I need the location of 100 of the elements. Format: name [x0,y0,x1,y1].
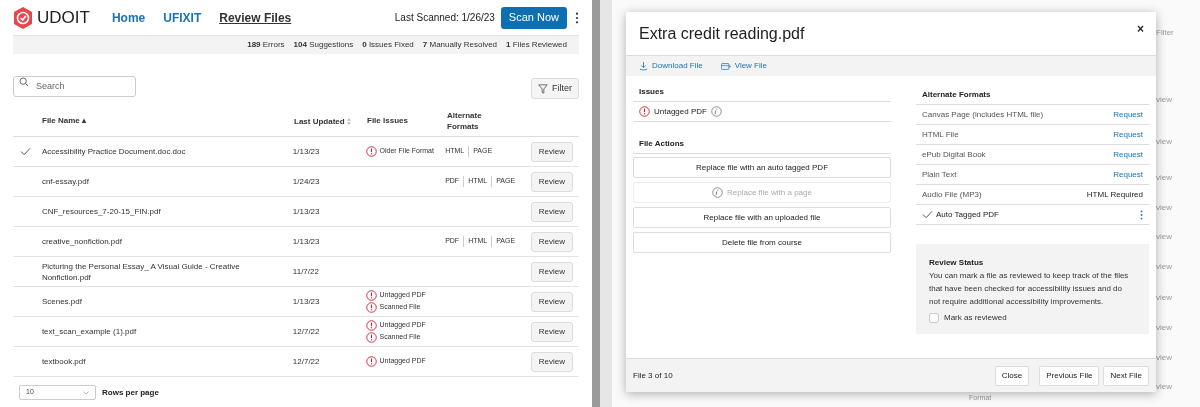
stat-text: 7 Manually Resolved [422,39,498,51]
column-header[interactable]: Last Updated [294,115,347,127]
footer-button[interactable]: Next File [1103,365,1149,386]
faded-button-text: view [1156,322,1172,334]
stat-text: 104 Suggestions [293,39,354,51]
info-icon [712,187,723,198]
faded-button-text: view [1156,352,1172,364]
stat-text: 0 Issues Fixed [362,39,414,51]
updated-cell-text: 11/7/22 [292,265,320,278]
faded-button-text: view [1156,381,1172,393]
filter-icon [538,83,548,94]
sort-icon[interactable] [347,117,351,125]
updated-cell-text: 1/13/23 [292,205,321,218]
alert-icon [639,106,650,117]
faded-button-text: view [1156,94,1172,106]
format-name: Audio File (MP3) [922,188,982,201]
stat-text: 189 Errors [247,39,285,51]
filter-button[interactable]: Filter [531,78,579,99]
section-heading: File Actions [633,138,891,154]
checkbox-label: Mark as reviewed [944,312,1007,324]
search-field[interactable]: Search [13,75,136,97]
review-button[interactable]: Review [530,201,573,222]
logo-text: UDOIT [37,6,90,29]
review-button[interactable]: Review [530,261,573,282]
close-button[interactable]: × [1137,20,1144,38]
nav-link[interactable]: UFIXIT [163,8,202,27]
format-name: ePub Digital Book [922,148,986,161]
stat-text: 1 Files Reviewed [506,39,567,51]
updated-cell-text: 12/7/22 [292,355,321,368]
file-name-cell-text: text_scan_example (1).pdf [41,326,138,337]
alert-icon [365,290,377,301]
alert-icon [365,320,377,331]
download-icon [639,61,648,71]
faded-filter-label: Filter [1156,27,1174,39]
section-heading: Issues [633,86,891,102]
scrollbar[interactable] [592,0,600,407]
last-scanned: Last Scanned: 1/26/23 [394,11,495,25]
file-name-cell-text: Accessibility Practice Document.doc.doc [41,146,187,157]
column-header[interactable]: Alternate Formats [447,110,507,132]
updated-cell-text: 1/13/23 [292,295,321,308]
file-name-cell-text: cnf-essay.pdf [41,176,90,187]
nav-link[interactable]: Review Files [219,8,292,27]
faded-button-text: view [1156,202,1172,214]
request-link[interactable]: Request [1113,108,1143,121]
alert-icon [365,356,377,367]
file-name-cell-text: creative_nonfiction.pdf [41,236,123,247]
chevron-icon [83,390,89,395]
faded-button-text: view [1156,261,1172,273]
column-header[interactable]: File Issues [367,115,447,127]
request-link[interactable]: Request [1113,148,1143,161]
updated-cell-text: 1/13/23 [292,235,321,248]
format-name: Canvas Page (includes HTML file) [922,108,1044,121]
updated-cell-text: 1/13/23 [292,145,321,158]
updated-cell-text: 12/7/22 [292,325,321,338]
check-icon [922,210,933,219]
column-header[interactable]: File Name ▴ [42,115,294,127]
format-name: Auto Tagged PDF [936,208,999,221]
format-name: Plain Text [922,168,957,181]
faded-button-text: view [1156,231,1172,243]
mark-reviewed-checkbox[interactable] [929,313,939,323]
alert-icon [365,302,377,313]
review-button[interactable]: Review [530,351,573,372]
alert-icon [365,146,377,157]
logo-icon [13,6,33,29]
issue-label: Untagged PDF [654,105,707,118]
alert-icon [365,332,377,343]
faded-button-text: view [1156,136,1172,148]
review-button[interactable]: Review [530,291,573,312]
faded-button-text: view [1156,292,1172,304]
file-action-button[interactable]: Replace file with an auto tagged PDF [633,157,891,178]
request-link[interactable]: Request [1113,128,1143,141]
file-name-cell-text: Picturing the Personal Essay_ A Visual Guide - Creative Nonfiction.pdf [41,260,241,283]
section-heading: Alternate Formats [916,89,1149,105]
request-link[interactable]: Request [1113,168,1143,181]
file-action-button[interactable]: Replace file with an uploaded file [633,207,891,228]
download-link[interactable]: Download File [639,60,703,72]
review-status-heading: Review Status [929,257,985,269]
search-icon [19,77,29,87]
updated-cell-text: 1/24/23 [292,175,321,188]
format-name: HTML File [922,128,959,141]
nav-link[interactable]: Home [111,8,146,27]
rows-per-page-label: Rows per page [102,386,159,399]
view-link[interactable]: View File [720,60,767,72]
file-name-cell-text: Scenes.pdf [41,296,83,307]
view-icon [720,61,731,71]
review-button[interactable]: Review [530,171,573,192]
file-position: File 3 of 10 [633,369,673,382]
footer-button[interactable]: Close [994,365,1030,386]
file-action-button[interactable]: Delete file from course [633,232,891,253]
footer-button[interactable]: Previous File [1039,365,1100,386]
review-button[interactable]: Review [530,321,573,342]
faded-button-text: view [1156,172,1172,184]
scan-now-button[interactable]: Scan Now [500,6,567,29]
format-status: HTML Required [1086,188,1143,201]
file-name-cell-text: textbook.pdf [41,356,87,367]
info-icon [710,106,722,117]
review-button[interactable]: Review [530,231,573,252]
review-status-text: You can mark a file as reviewed to keep track of the files that have been checked for accessibility issues and do not require additional accessibility improvements. [929,270,1130,308]
more-icon[interactable] [575,11,579,24]
review-button[interactable]: Review [530,141,573,162]
